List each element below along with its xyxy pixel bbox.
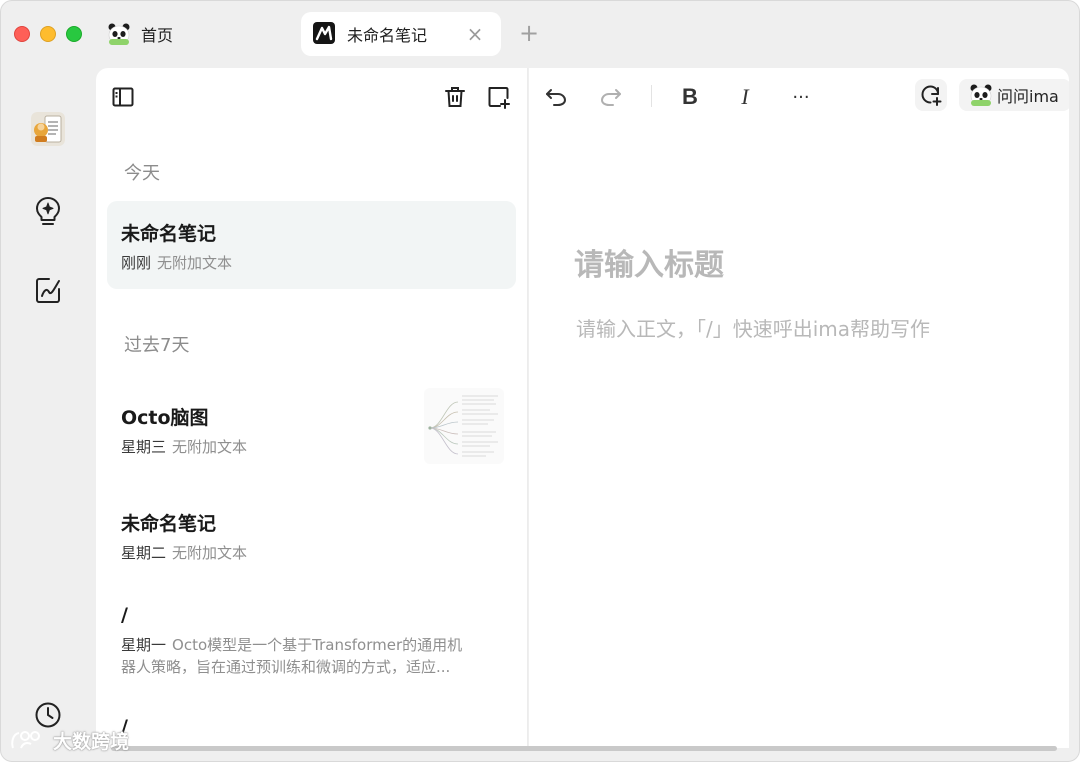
note-preview: 无附加文本 xyxy=(172,544,248,562)
italic-button[interactable]: I xyxy=(731,83,759,111)
note-time: 星期一 xyxy=(121,636,167,654)
note-time: 刚刚 xyxy=(121,254,152,272)
watermark-logo-icon xyxy=(11,730,40,748)
horizontal-scrollbar[interactable] xyxy=(111,746,1057,751)
note-time: 星期二 xyxy=(121,544,167,562)
note-meta: 星期三 无附加文本 xyxy=(121,436,247,457)
note-preview: 无附加文本 xyxy=(157,254,233,272)
add-tab-button[interactable]: + xyxy=(517,21,541,45)
window-maximize-button[interactable] xyxy=(66,26,82,42)
app-window: 首页 未命名笔记 × + 今天 未命名笔记 刚刚 无附加文本 过去7天 Octo… xyxy=(0,0,1080,762)
note-preview: 星期一 Octo模型是一个基于Transformer的通用机 器人策略，旨在通过预… xyxy=(121,634,501,678)
note-title: 未命名笔记 xyxy=(121,223,217,245)
list-item[interactable]: 未命名笔记 刚刚 无附加文本 xyxy=(107,201,516,289)
note-meta: 星期二 无附加文本 xyxy=(121,542,247,563)
tab-untitled-note[interactable]: 未命名笔记 × xyxy=(301,12,501,56)
lightbulb-sparkle-icon[interactable] xyxy=(31,194,65,228)
list-item[interactable]: 未命名笔记 星期二 无附加文本 xyxy=(107,492,516,578)
note-time: 星期三 xyxy=(121,438,167,456)
note-app-icon xyxy=(313,22,337,46)
bold-button[interactable]: B xyxy=(676,83,704,111)
ai-refresh-button[interactable] xyxy=(915,79,947,111)
title-bar: 首页 未命名笔记 × + xyxy=(1,1,1079,67)
list-item[interactable]: / 星期一 Octo模型是一个基于Transformer的通用机 器人策略，旨在通… xyxy=(107,592,516,692)
section-label-today: 今天 xyxy=(124,163,160,184)
redo-icon[interactable] xyxy=(597,83,625,111)
body-input[interactable]: 请输入正文，「/」快速呼出ima帮助写作 xyxy=(576,313,930,342)
ask-ima-button[interactable]: 问问ima xyxy=(959,79,1069,111)
panda-icon xyxy=(107,22,131,46)
more-options-button[interactable]: ··· xyxy=(787,83,815,111)
ask-ima-label: 问问ima xyxy=(997,87,1059,106)
tab-home[interactable]: 首页 xyxy=(103,12,293,56)
avatar[interactable] xyxy=(31,112,65,146)
editor-panel: B I ··· 问问ima 请输入标题 请输入正文，「/」快速呼出ima帮助写作 xyxy=(529,68,1069,748)
new-note-icon[interactable] xyxy=(486,84,512,110)
trash-icon[interactable] xyxy=(442,84,468,110)
watermark: 大数跨境 xyxy=(9,727,129,754)
list-item[interactable]: / xyxy=(107,704,516,744)
list-item[interactable]: Octo脑图 星期三 无附加文本 xyxy=(107,386,516,472)
note-title: Octo脑图 xyxy=(121,407,209,429)
note-title: 未命名笔记 xyxy=(121,513,217,535)
watermark-text: 大数跨境 xyxy=(53,731,130,753)
note-preview-line1: Octo模型是一个基于Transformer的通用机 xyxy=(172,636,463,654)
edit-note-icon[interactable] xyxy=(31,273,65,307)
undo-icon[interactable] xyxy=(542,83,570,111)
panda-icon xyxy=(969,83,993,107)
tab-home-label: 首页 xyxy=(141,26,174,45)
title-input[interactable]: 请输入标题 xyxy=(574,240,724,284)
note-title: / xyxy=(121,604,128,626)
window-close-button[interactable] xyxy=(14,26,30,42)
sidebar-toggle-icon[interactable] xyxy=(110,84,136,110)
tab-active-label: 未命名笔记 xyxy=(347,26,428,45)
toolbar-divider xyxy=(651,85,652,107)
note-meta: 刚刚 无附加文本 xyxy=(121,252,232,273)
mindmap-thumbnail xyxy=(424,388,504,464)
close-icon[interactable]: × xyxy=(465,24,485,44)
note-preview-line2: 器人策略，旨在通过预训练和微调的方式，适应... xyxy=(121,658,451,676)
window-minimize-button[interactable] xyxy=(40,26,56,42)
note-preview: 无附加文本 xyxy=(172,438,248,456)
notes-list-panel: 今天 未命名笔记 刚刚无附加文本 过去7天 Octo脑图 星期三无附加文本 xyxy=(96,68,528,748)
section-label-past-7-days: 过去7天 xyxy=(124,335,190,356)
